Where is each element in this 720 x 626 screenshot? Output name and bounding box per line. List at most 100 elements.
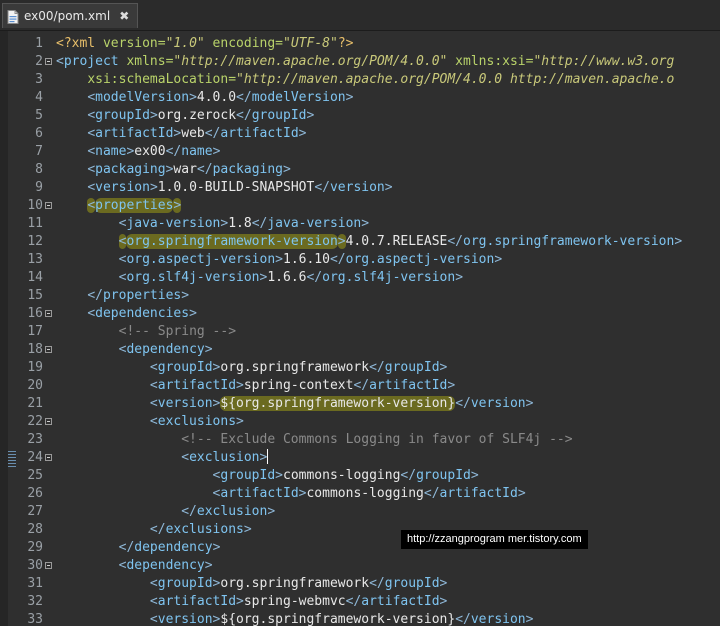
- fold-collapse-icon[interactable]: [45, 58, 52, 65]
- code-line[interactable]: 15 </properties>: [0, 287, 720, 305]
- code-token: version: [470, 612, 526, 626]
- code-text: <version>${org.springframework-version}<…: [56, 611, 534, 626]
- code-token: <!-- Exclude Commons Logging in favor of…: [181, 432, 573, 447]
- code-line[interactable]: 1 <?xml version="1.0" encoding="UTF-8"?>: [0, 35, 720, 53]
- code-text: xsi:schemaLocation="http://maven.apache.…: [56, 71, 674, 89]
- code-line[interactable]: 31 <groupId>org.springframework</groupId…: [0, 575, 720, 593]
- code-text: </properties>: [56, 287, 189, 305]
- tab-pom-xml[interactable]: ex00/pom.xml ✖: [2, 3, 139, 28]
- close-tab-icon[interactable]: ✖: [119, 9, 129, 23]
- code-line[interactable]: 23 <!-- Exclude Commons Logging in favor…: [0, 431, 720, 449]
- code-line[interactable]: 10 <properties>: [0, 197, 720, 215]
- code-token: </: [400, 468, 417, 483]
- code-token: org.springframework: [220, 360, 370, 375]
- code-line[interactable]: 2 <project xmlns="http://maven.apache.org…: [0, 53, 720, 71]
- code-token: >: [517, 486, 526, 501]
- code-line[interactable]: 11 <java-version>1.8</java-version>: [0, 215, 720, 233]
- code-token: >: [189, 306, 197, 321]
- code-token: modelVersion: [95, 90, 190, 105]
- code-text: <properties>: [56, 197, 182, 215]
- code-token: >: [306, 108, 315, 123]
- code-token: "http://maven.apache.org/POM/4.0.0": [173, 54, 448, 69]
- line-number: 31: [27, 576, 43, 591]
- code-line[interactable]: 6 <artifactId>web</artifactId>: [0, 125, 720, 143]
- fold-collapse-icon[interactable]: [45, 418, 52, 425]
- code-line[interactable]: 12 <org.springframework-version>4.0.7.RE…: [0, 233, 720, 251]
- code-token: >: [298, 126, 307, 141]
- code-token: >: [283, 162, 291, 177]
- line-number: 23: [27, 432, 43, 447]
- line-number: 27: [27, 504, 43, 519]
- code-line[interactable]: 26 <artifactId>commons-logging</artifact…: [0, 485, 720, 503]
- code-token: groupId: [384, 360, 440, 375]
- code-token: <?xml: [56, 36, 103, 51]
- code-line[interactable]: 32 <artifactId>spring-webmvc</artifactId…: [0, 593, 720, 611]
- code-token: </: [251, 216, 268, 231]
- code-token: dependency: [126, 558, 205, 573]
- code-token: >: [236, 594, 244, 609]
- code-editor[interactable]: 1 <?xml version="1.0" encoding="UTF-8"?> 2…: [0, 31, 720, 626]
- code-line[interactable]: 21 <version>${org.springframework-versio…: [0, 395, 720, 413]
- code-token: <: [149, 360, 158, 375]
- fold-collapse-icon[interactable]: [45, 454, 52, 461]
- code-token: </: [314, 180, 330, 195]
- code-line[interactable]: 5 <groupId>org.zerock</groupId>: [0, 107, 720, 125]
- code-line[interactable]: 22 <exclusions>: [0, 413, 720, 431]
- code-line[interactable]: 17 <!-- Spring -->: [0, 323, 720, 341]
- line-number: 29: [27, 540, 43, 555]
- code-token: dependencies: [95, 306, 190, 321]
- code-line[interactable]: 8 <packaging>war</packaging>: [0, 161, 720, 179]
- code-line[interactable]: 13 <org.aspectj-version>1.6.10</org.aspe…: [0, 251, 720, 269]
- code-line[interactable]: 7 <name>ex00</name>: [0, 143, 720, 161]
- code-token: org.aspectj-version: [345, 252, 495, 267]
- code-token: 1.6.6: [267, 270, 307, 285]
- code-line[interactable]: 14 <org.slf4j-version>1.6.6</org.slf4j-v…: [0, 269, 720, 287]
- code-line[interactable]: 30 <dependency>: [0, 557, 720, 575]
- code-line[interactable]: 29 </dependency>: [0, 539, 720, 557]
- code-line[interactable]: 28 </exclusions>: [0, 521, 720, 539]
- code-token: >: [470, 468, 479, 483]
- code-token: <: [87, 144, 96, 159]
- fold-collapse-icon[interactable]: [45, 562, 52, 569]
- fold-collapse-icon[interactable]: [45, 346, 52, 353]
- code-line[interactable]: 16 <dependencies>: [0, 305, 720, 323]
- code-token: spring-context: [243, 378, 354, 393]
- code-token: >: [181, 288, 190, 303]
- code-text: </dependency>: [56, 539, 221, 557]
- code-line[interactable]: 25 <groupId>commons-logging</groupId>: [0, 467, 720, 485]
- code-line[interactable]: 4 <modelVersion>4.0.0</modelVersion>: [0, 89, 720, 107]
- code-token: <: [149, 396, 158, 411]
- tab-title: ex00/pom.xml: [24, 9, 111, 23]
- fold-collapse-icon[interactable]: [45, 202, 52, 209]
- code-token: >: [173, 198, 182, 213]
- code-token: dependency: [134, 540, 213, 555]
- code-text: <version>${org.springframework-version}<…: [56, 395, 533, 413]
- code-token: <: [87, 180, 96, 195]
- code-token: artifactId: [439, 486, 518, 501]
- code-line[interactable]: 20 <artifactId>spring-context</artifactI…: [0, 377, 720, 395]
- code-line[interactable]: 19 <groupId>org.springframework</groupId…: [0, 359, 720, 377]
- code-line[interactable]: 24 <exclusion>: [0, 449, 720, 467]
- code-line[interactable]: 27 </exclusion>: [0, 503, 720, 521]
- code-token: <: [56, 54, 64, 69]
- code-token: >: [439, 594, 448, 609]
- code-line[interactable]: 3 xsi:schemaLocation="http://maven.apach…: [0, 71, 720, 89]
- code-text: <artifactId>commons-logging</artifactId>: [56, 485, 526, 503]
- fold-collapse-icon[interactable]: [45, 310, 52, 317]
- code-token: exclusions: [165, 522, 244, 537]
- code-line[interactable]: 18 <dependency>: [0, 341, 720, 359]
- code-line[interactable]: 9 <version>1.0.0-BUILD-SNAPSHOT</version…: [0, 179, 720, 197]
- code-token: </: [345, 594, 362, 609]
- code-token: <: [87, 306, 96, 321]
- code-token: </: [236, 108, 252, 123]
- line-number: 18: [27, 342, 43, 357]
- code-token: >: [439, 576, 448, 591]
- code-line[interactable]: 33 <version>${org.springframework-versio…: [0, 611, 720, 626]
